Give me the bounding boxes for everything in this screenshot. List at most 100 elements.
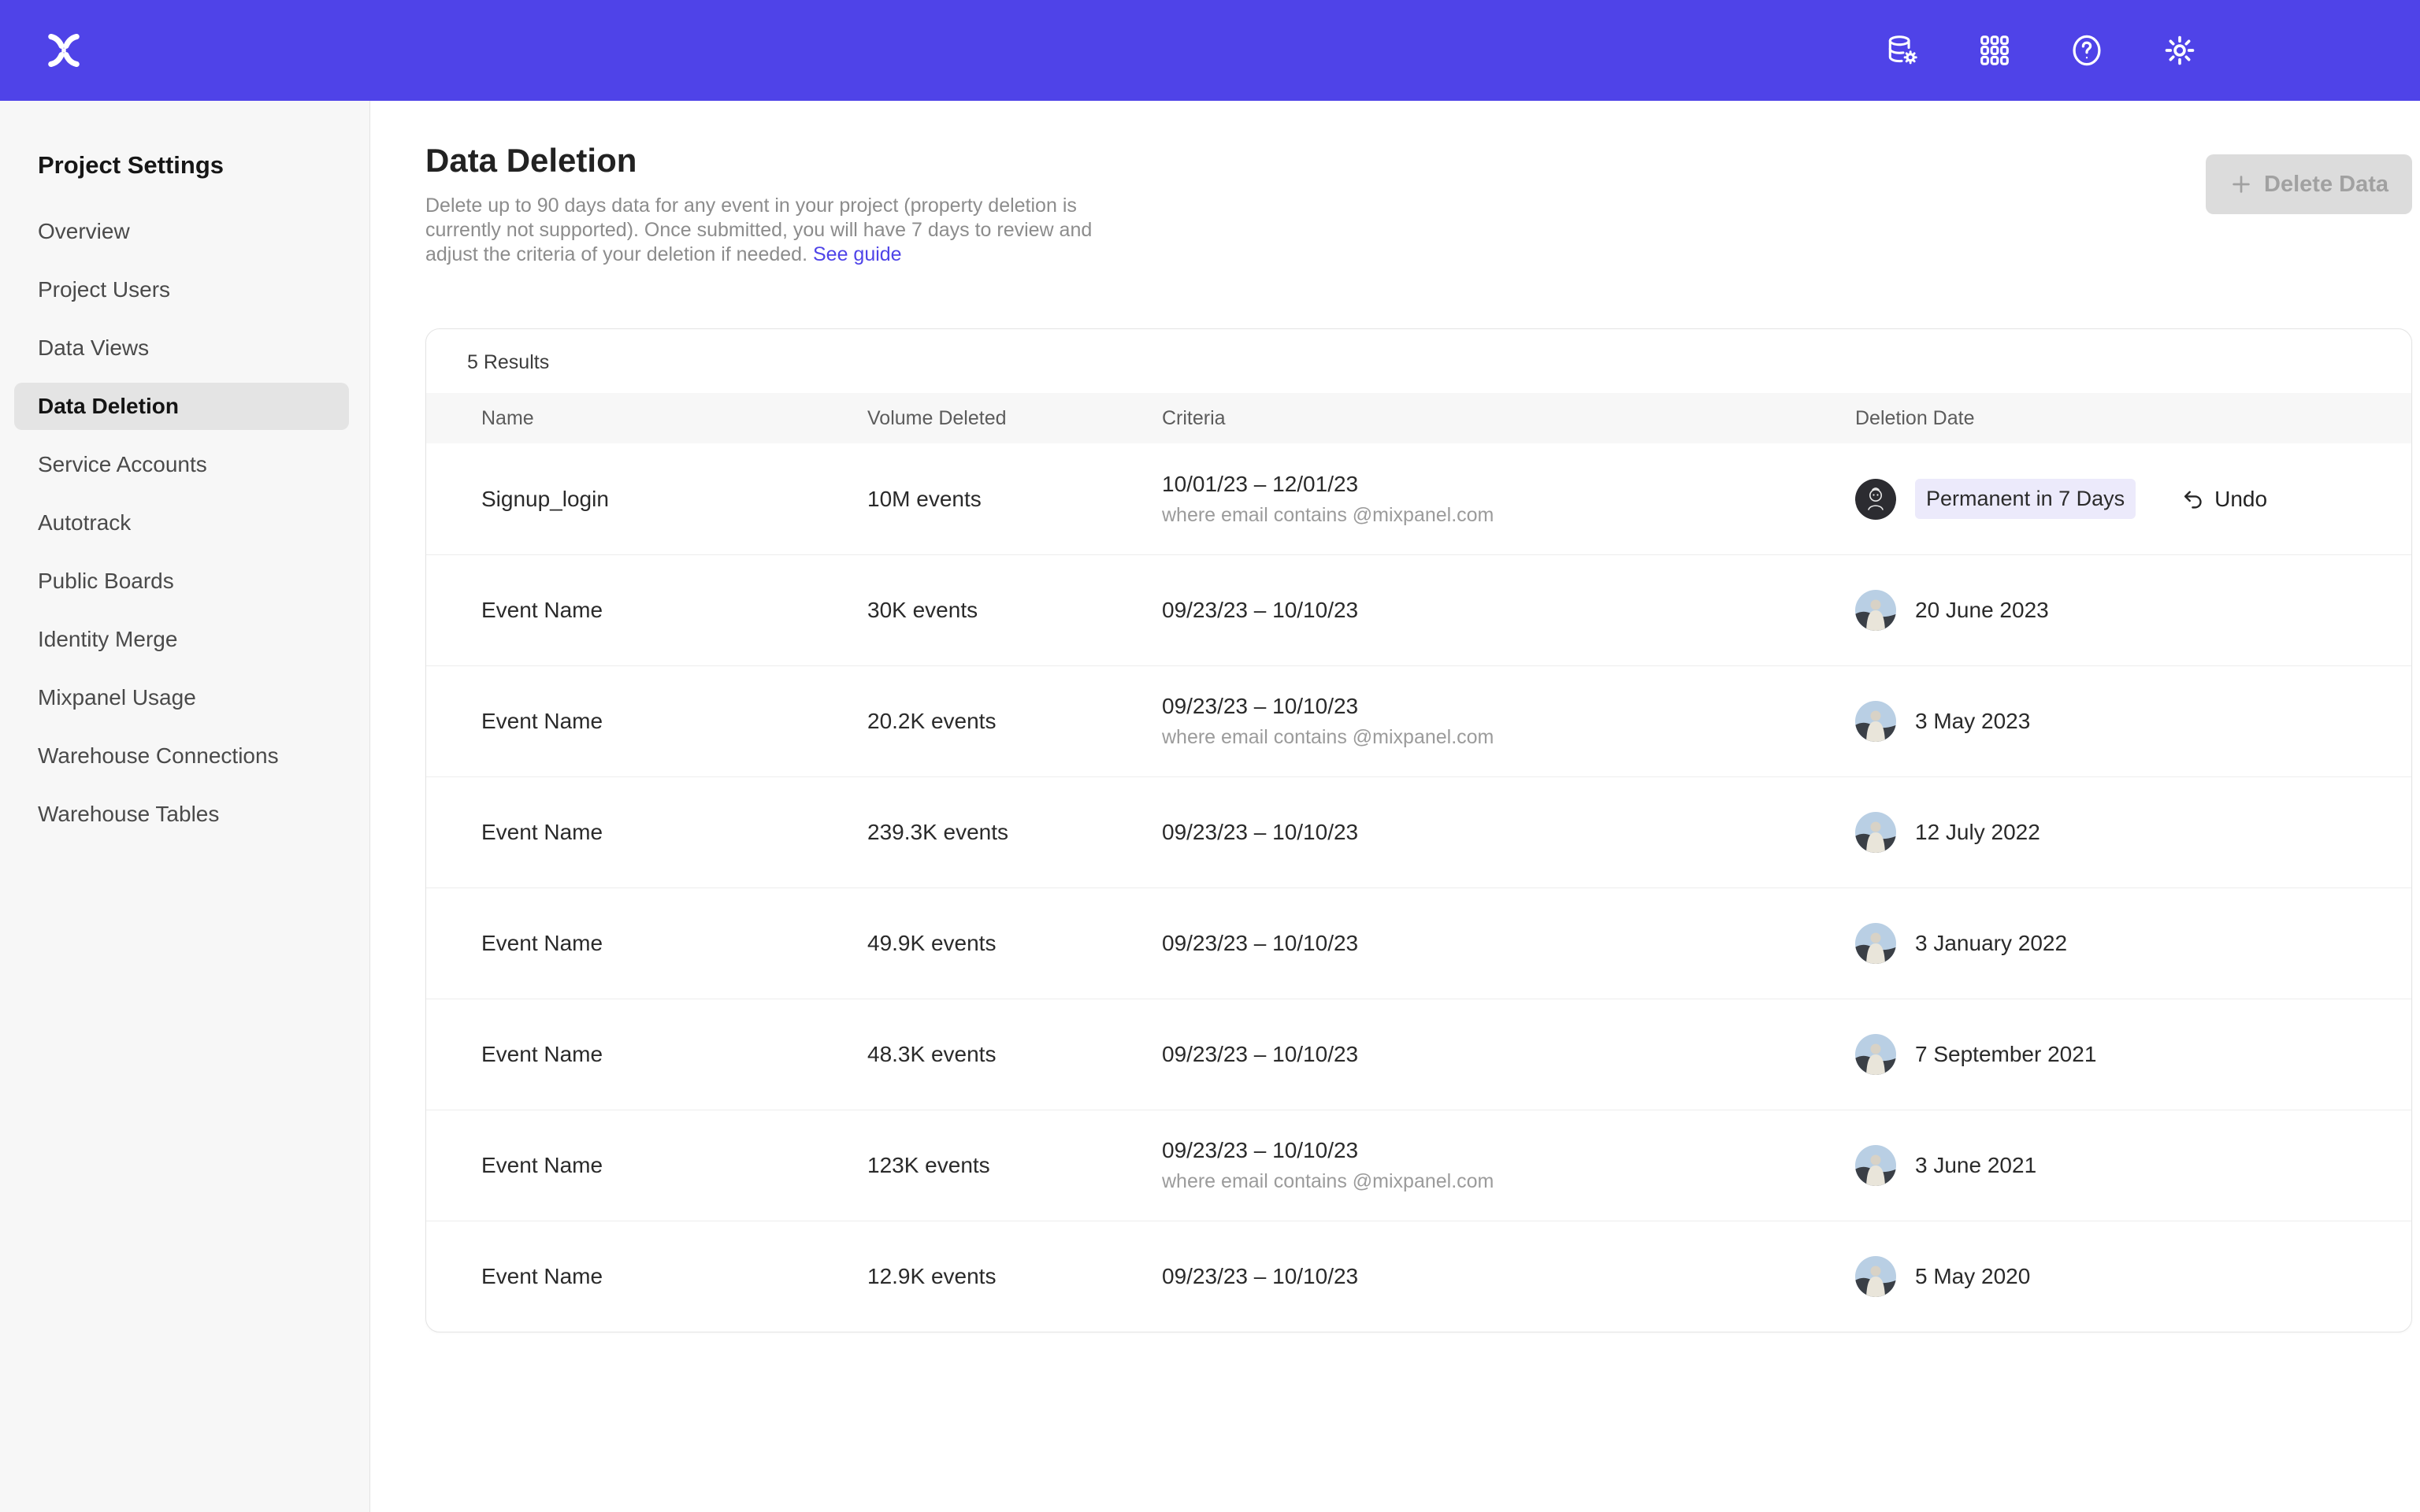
deletion-date-cell: Permanent in 7 Days Undo [1855, 479, 2380, 520]
event-name-cell: Signup_login [481, 487, 867, 512]
table-row: Signup_login 10M events 10/01/23 – 12/01… [426, 443, 2411, 554]
user-avatar [1855, 1034, 1896, 1075]
results-count: 5 Results [426, 329, 2411, 393]
sidebar-item-label: Mixpanel Usage [38, 685, 196, 710]
deletion-date-cell: 3 June 2021 [1855, 1145, 2380, 1186]
deletion-date-cell: 3 May 2023 [1855, 701, 2380, 742]
undo-icon [2181, 487, 2205, 511]
help-icon[interactable] [2069, 32, 2105, 69]
criteria-cell: 09/23/23 – 10/10/23 [1162, 1042, 1855, 1067]
volume-deleted-cell: 49.9K events [867, 931, 1162, 956]
column-header-criteria: Criteria [1162, 407, 1855, 430]
criteria-filter-text: where email contains @mixpanel.com [1162, 504, 1855, 527]
see-guide-link[interactable]: See guide [813, 243, 902, 265]
sidebar-item-project-users[interactable]: Project Users [14, 266, 349, 313]
sidebar-item-data-deletion[interactable]: Data Deletion [14, 383, 349, 430]
table-row: Event Name 123K events 09/23/23 – 10/10/… [426, 1110, 2411, 1221]
sidebar-item-identity-merge[interactable]: Identity Merge [14, 616, 349, 663]
volume-deleted-cell: 10M events [867, 487, 1162, 512]
sidebar-item-label: Service Accounts [38, 452, 207, 477]
user-avatar [1855, 923, 1896, 964]
delete-data-button[interactable]: Delete Data [2206, 154, 2412, 214]
undo-button[interactable]: Undo [2181, 487, 2267, 512]
criteria-date-range: 09/23/23 – 10/10/23 [1162, 694, 1855, 719]
sidebar-item-autotrack[interactable]: Autotrack [14, 499, 349, 547]
sidebar-item-mixpanel-usage[interactable]: Mixpanel Usage [14, 674, 349, 721]
deletion-date-text: 12 July 2022 [1915, 820, 2040, 845]
table-header-row: Name Volume Deleted Criteria Deletion Da… [426, 393, 2411, 443]
user-avatar [1855, 812, 1896, 853]
deletion-table-card: 5 Results Name Volume Deleted Criteria D… [425, 328, 2412, 1332]
topbar [0, 0, 2420, 101]
volume-deleted-cell: 48.3K events [867, 1042, 1162, 1067]
event-name-cell: Event Name [481, 1153, 867, 1178]
user-avatar [1855, 479, 1896, 520]
settings-gear-icon[interactable] [2162, 32, 2198, 69]
sidebar-item-label: Public Boards [38, 569, 174, 594]
mixpanel-logo-icon [44, 31, 84, 70]
volume-deleted-cell: 239.3K events [867, 820, 1162, 845]
sidebar-item-label: Data Deletion [38, 394, 179, 419]
column-header-name: Name [481, 407, 867, 430]
event-name-cell: Event Name [481, 1042, 867, 1067]
table-row: Event Name 20.2K events 09/23/23 – 10/10… [426, 665, 2411, 776]
criteria-cell: 09/23/23 – 10/10/23 where email contains… [1162, 694, 1855, 749]
event-name-cell: Event Name [481, 709, 867, 734]
sidebar-item-public-boards[interactable]: Public Boards [14, 558, 349, 605]
mixpanel-logo[interactable] [44, 31, 84, 70]
deletion-date-text: 3 January 2022 [1915, 931, 2067, 956]
criteria-cell: 09/23/23 – 10/10/23 [1162, 931, 1855, 956]
sidebar-nav: Overview Project Users Data Views Data D… [0, 208, 369, 838]
event-name-cell: Event Name [481, 820, 867, 845]
data-settings-icon[interactable] [1884, 32, 1921, 69]
person-photo-avatar-icon [1855, 1256, 1896, 1297]
criteria-date-range: 09/23/23 – 10/10/23 [1162, 931, 1855, 956]
deletion-date-text: 7 September 2021 [1915, 1042, 2096, 1067]
sidebar-item-label: Overview [38, 219, 130, 244]
apps-grid-icon[interactable] [1977, 33, 2012, 68]
user-avatar [1855, 590, 1896, 631]
deletion-date-cell: 12 July 2022 [1855, 812, 2380, 853]
sidebar-item-label: Identity Merge [38, 627, 177, 652]
criteria-filter-text: where email contains @mixpanel.com [1162, 726, 1855, 749]
user-avatar [1855, 1145, 1896, 1186]
table-body: Signup_login 10M events 10/01/23 – 12/01… [426, 443, 2411, 1332]
criteria-cell: 09/23/23 – 10/10/23 [1162, 820, 1855, 845]
page-description-text: Delete up to 90 days data for any event … [425, 195, 1092, 265]
person-photo-avatar-icon [1855, 923, 1896, 964]
criteria-cell: 10/01/23 – 12/01/23 where email contains… [1162, 472, 1855, 527]
deletion-date-cell: 20 June 2023 [1855, 590, 2380, 631]
criteria-cell: 09/23/23 – 10/10/23 where email contains… [1162, 1138, 1855, 1193]
table-row: Event Name 48.3K events 09/23/23 – 10/10… [426, 999, 2411, 1110]
sidebar-item-overview[interactable]: Overview [14, 208, 349, 255]
deletion-date-text: 20 June 2023 [1915, 598, 2049, 623]
table-row: Event Name 12.9K events 09/23/23 – 10/10… [426, 1221, 2411, 1332]
sidebar-title: Project Settings [38, 151, 369, 180]
column-header-volume: Volume Deleted [867, 407, 1162, 430]
topbar-icons [1884, 32, 2198, 69]
sidebar-item-warehouse-tables[interactable]: Warehouse Tables [14, 791, 349, 838]
person-photo-avatar-icon [1855, 701, 1896, 742]
sidebar-item-data-views[interactable]: Data Views [14, 324, 349, 372]
deletion-date-text: 3 May 2023 [1915, 709, 2030, 734]
sidebar: Project Settings Overview Project Users … [0, 101, 370, 1512]
sidebar-item-label: Warehouse Connections [38, 743, 279, 769]
event-name-cell: Event Name [481, 598, 867, 623]
page-description: Delete up to 90 days data for any event … [425, 194, 1144, 267]
table-row: Event Name 239.3K events 09/23/23 – 10/1… [426, 776, 2411, 888]
person-photo-avatar-icon [1855, 1034, 1896, 1075]
criteria-cell: 09/23/23 – 10/10/23 [1162, 1264, 1855, 1289]
criteria-cell: 09/23/23 – 10/10/23 [1162, 598, 1855, 623]
page-title: Data Deletion [425, 142, 1144, 180]
deletion-date-cell: 7 September 2021 [1855, 1034, 2380, 1075]
sidebar-item-service-accounts[interactable]: Service Accounts [14, 441, 349, 488]
table-row: Event Name 49.9K events 09/23/23 – 10/10… [426, 888, 2411, 999]
sidebar-item-label: Autotrack [38, 510, 131, 536]
plus-icon [2229, 172, 2253, 196]
deletion-date-cell: 3 January 2022 [1855, 923, 2380, 964]
undo-button-label: Undo [2214, 487, 2267, 512]
sidebar-item-warehouse-connections[interactable]: Warehouse Connections [14, 732, 349, 780]
volume-deleted-cell: 30K events [867, 598, 1162, 623]
criteria-filter-text: where email contains @mixpanel.com [1162, 1170, 1855, 1193]
table-row: Event Name 30K events 09/23/23 – 10/10/2… [426, 554, 2411, 665]
